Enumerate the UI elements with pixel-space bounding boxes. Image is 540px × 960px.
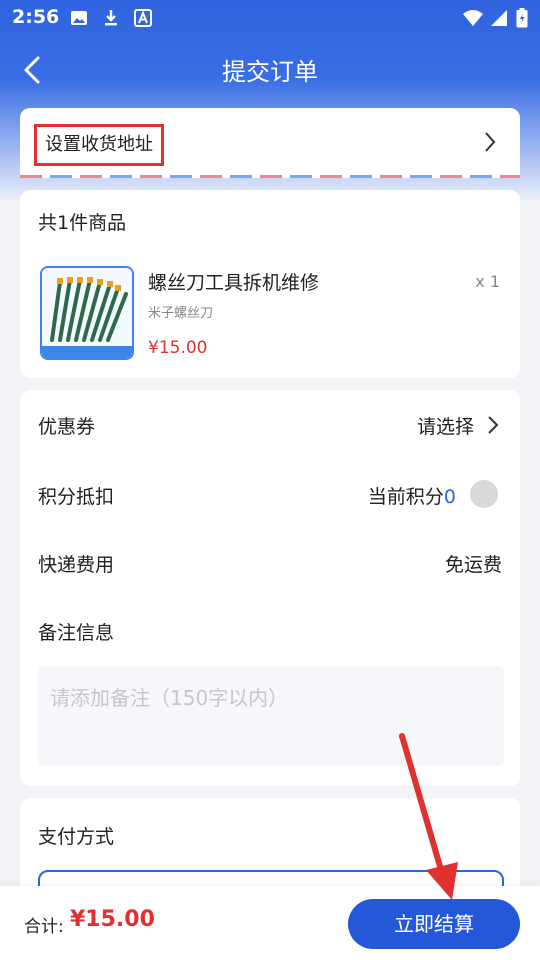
- battery-icon: [516, 8, 528, 28]
- address-card[interactable]: 设置收货地址: [20, 108, 520, 178]
- order-options-card: 优惠券 请选择 积分抵扣 当前积分0 快递费用 免运费 备注信息 请添加备注（1…: [20, 390, 520, 786]
- chevron-right-icon[interactable]: [486, 414, 500, 436]
- product-image[interactable]: [40, 266, 134, 360]
- current-points-prefix: 当前积分: [367, 486, 444, 508]
- download-icon: [105, 10, 117, 26]
- current-points-value: 0: [443, 486, 456, 508]
- signal-icon: [491, 10, 507, 26]
- points-toggle[interactable]: [470, 480, 498, 508]
- points-label: 积分抵扣: [38, 486, 115, 508]
- status-time: 2:56: [12, 6, 60, 28]
- remark-label: 备注信息: [38, 622, 115, 644]
- coupon-select[interactable]: 请选择: [417, 412, 474, 439]
- annotation-arrow: [399, 733, 458, 900]
- chevron-right-icon: [485, 132, 496, 152]
- goods-count: 共1件商品: [38, 212, 127, 234]
- shipping-label: 快递费用: [38, 554, 115, 576]
- app-header: 提交订单: [0, 36, 540, 102]
- shipping-value: 免运费: [444, 554, 502, 576]
- set-address-label[interactable]: 设置收货地址: [34, 124, 164, 166]
- address-divider-stripe: [20, 175, 520, 178]
- wifi-icon: [463, 10, 483, 26]
- product-quantity: x 1: [475, 272, 500, 291]
- page-title: 提交订单: [222, 58, 318, 86]
- current-points: 当前积分0: [368, 482, 456, 509]
- image-icon: [71, 11, 87, 25]
- product-subtitle: 米子螺丝刀: [148, 306, 214, 321]
- product-price: ¥15.00: [148, 338, 208, 358]
- translate-icon: [134, 9, 152, 27]
- total-label: 合计:: [24, 917, 64, 937]
- total-value: ¥15.00: [70, 907, 155, 932]
- product-name: 螺丝刀工具拆机维修: [148, 272, 320, 294]
- screwdriver-set-image: [42, 268, 132, 358]
- payment-method-title: 支付方式: [38, 826, 115, 848]
- goods-card: 共1件商品 螺丝刀工具拆机维修 x 1 米子螺丝刀 ¥15.00: [20, 190, 520, 378]
- coupon-label: 优惠券: [38, 416, 96, 438]
- status-bar: 2:56: [0, 0, 540, 36]
